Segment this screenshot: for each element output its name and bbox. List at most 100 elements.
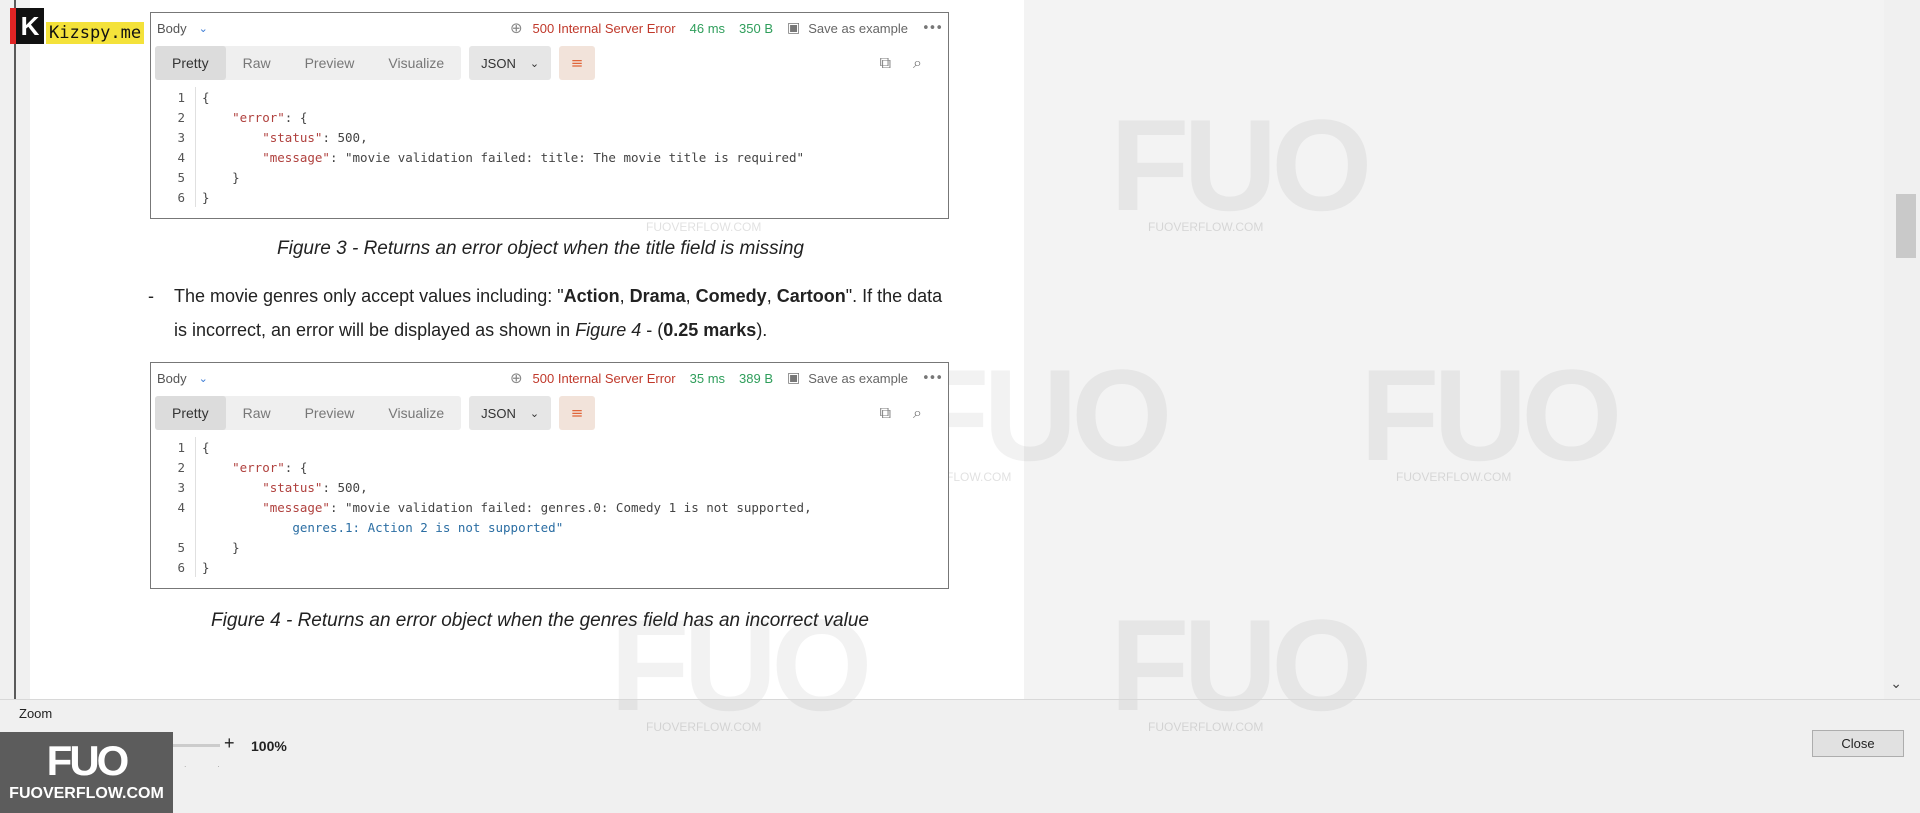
- code-line: 1{: [151, 87, 948, 107]
- genre: Action: [563, 286, 620, 306]
- chevron-down-icon[interactable]: ⌄: [199, 22, 208, 35]
- watermark-text: FUOVERFLOW.COM: [1148, 720, 1264, 734]
- response-header: Body ⌄ ⊕ 500 Internal Server Error 35 ms…: [151, 363, 948, 393]
- wrap-lines-icon[interactable]: ≡: [559, 396, 596, 430]
- chevron-down-icon: ⌄: [529, 406, 540, 420]
- line-number: 5: [177, 539, 185, 555]
- code-line: 5 }: [151, 537, 948, 557]
- figure-ref: Figure 4: [575, 320, 642, 340]
- line-number: 3: [177, 129, 185, 145]
- tab-pretty[interactable]: Pretty: [155, 396, 226, 430]
- response-header: Body ⌄ ⊕ 500 Internal Server Error 46 ms…: [151, 13, 948, 43]
- scroll-down-icon[interactable]: ⌄: [1890, 676, 1902, 692]
- status-code: 500 Internal Server Error: [532, 370, 676, 386]
- watermark-text: FUOVERFLOW.COM: [646, 220, 762, 234]
- watermark: FUO: [1110, 592, 1372, 738]
- save-icon[interactable]: ▣: [787, 20, 800, 36]
- save-icon[interactable]: ▣: [787, 370, 800, 386]
- watermark: FUO: [1360, 342, 1622, 488]
- line-number: 2: [177, 459, 185, 475]
- chevron-down-icon[interactable]: ⌄: [199, 372, 208, 385]
- tab-preview[interactable]: Preview: [288, 46, 372, 80]
- kizspy-logo: K Kizspy.me: [10, 8, 145, 44]
- body-label[interactable]: Body: [157, 371, 187, 386]
- tab-preview[interactable]: Preview: [288, 396, 372, 430]
- tab-visualize[interactable]: Visualize: [371, 396, 461, 430]
- wrap-lines-icon[interactable]: ≡: [559, 46, 596, 80]
- save-as-example-button[interactable]: Save as example: [808, 21, 908, 36]
- code-text: {: [202, 89, 210, 105]
- view-tabs: Pretty Raw Preview Visualize: [155, 396, 462, 430]
- code-text: "error": {: [232, 459, 308, 475]
- code-line: 2 "error": {: [151, 107, 948, 127]
- response-panel-1: Body ⌄ ⊕ 500 Internal Server Error 46 ms…: [150, 12, 949, 219]
- more-options-icon[interactable]: •••: [922, 371, 943, 386]
- watermark-text: FUOVERFLOW.COM: [646, 720, 762, 734]
- line-number: 3: [177, 479, 185, 495]
- code-text: "message": "movie validation failed: gen…: [262, 499, 812, 515]
- zoom-value: 100%: [251, 738, 287, 754]
- code-text: {: [202, 439, 210, 455]
- logo-letter: K: [10, 8, 44, 44]
- line-number: 4: [177, 499, 185, 515]
- code-line: 6}: [151, 557, 948, 577]
- line-number: 2: [177, 109, 185, 125]
- response-time: 46 ms: [689, 20, 726, 36]
- text: ,: [619, 286, 630, 306]
- tab-visualize[interactable]: Visualize: [371, 46, 461, 80]
- logo-mark: FUO: [46, 737, 130, 784]
- copy-icon[interactable]: ⧉: [880, 403, 891, 423]
- save-as-example-button[interactable]: Save as example: [808, 371, 908, 386]
- tab-raw[interactable]: Raw: [226, 46, 288, 80]
- code-text: }: [202, 539, 240, 555]
- zoom-label: Zoom: [19, 706, 53, 721]
- genre: Cartoon: [776, 286, 846, 306]
- text: ,: [766, 286, 777, 306]
- code-line: 1{: [151, 437, 948, 457]
- close-button[interactable]: Close: [1812, 730, 1904, 757]
- copy-icon[interactable]: ⧉: [880, 53, 891, 73]
- globe-icon[interactable]: ⊕: [510, 19, 523, 37]
- chevron-down-icon: ⌄: [529, 56, 540, 70]
- response-size: 389 B: [739, 370, 774, 386]
- format-select[interactable]: JSON ⌄: [469, 46, 552, 80]
- more-options-icon[interactable]: •••: [922, 21, 943, 36]
- tab-raw[interactable]: Raw: [226, 396, 288, 430]
- code-text: }: [202, 189, 210, 205]
- view-tabs: Pretty Raw Preview Visualize: [155, 46, 462, 80]
- code-text: "status": 500,: [262, 129, 368, 145]
- search-icon[interactable]: ⌕: [913, 53, 922, 73]
- code-line: 5 }: [151, 167, 948, 187]
- logo-text: Kizspy.me: [46, 22, 145, 44]
- document-viewer: FUO FUO FUO FUO FUO FUO FUOVERFLOW.COM F…: [0, 0, 1920, 738]
- bullet-dash: -: [148, 286, 154, 306]
- code-text: "status": 500,: [262, 479, 368, 495]
- logo-text: FUOVERFLOW.COM: [9, 785, 164, 802]
- text: ).: [756, 320, 768, 340]
- tab-pretty[interactable]: Pretty: [155, 46, 226, 80]
- figure-caption: Figure 3 - Returns an error object when …: [277, 238, 804, 259]
- code-text: "message": "movie validation failed: tit…: [262, 149, 805, 165]
- vertical-scrollbar[interactable]: ⌄: [1884, 0, 1920, 700]
- code-text: }: [202, 169, 240, 185]
- code-line: 4 "message": "movie validation failed: t…: [151, 147, 948, 167]
- watermark-text: FUOVERFLOW.COM: [1396, 470, 1512, 484]
- body-label[interactable]: Body: [157, 21, 187, 36]
- response-toolbar: Pretty Raw Preview Visualize JSON ⌄ ≡ ⧉ …: [151, 43, 948, 83]
- code-view: 1{2 "error": {3 "status": 500, 4 "message…: [151, 83, 948, 211]
- code-line: genres.1: Action 2 is not supported": [151, 517, 948, 537]
- code-line: 2 "error": {: [151, 457, 948, 477]
- left-rule: [14, 0, 16, 700]
- globe-icon[interactable]: ⊕: [510, 369, 523, 387]
- zoom-in-button[interactable]: +: [224, 733, 235, 754]
- divider: [0, 699, 1920, 700]
- response-size: 350 B: [739, 20, 774, 36]
- text: - (: [641, 320, 664, 340]
- format-select[interactable]: JSON ⌄: [469, 396, 552, 430]
- code-text: "error": {: [232, 109, 308, 125]
- line-number: 6: [177, 559, 185, 575]
- text: The movie genres only accept values incl…: [174, 286, 564, 306]
- scrollbar-thumb[interactable]: [1896, 194, 1916, 258]
- search-icon[interactable]: ⌕: [913, 403, 922, 423]
- code-text: }: [202, 559, 210, 575]
